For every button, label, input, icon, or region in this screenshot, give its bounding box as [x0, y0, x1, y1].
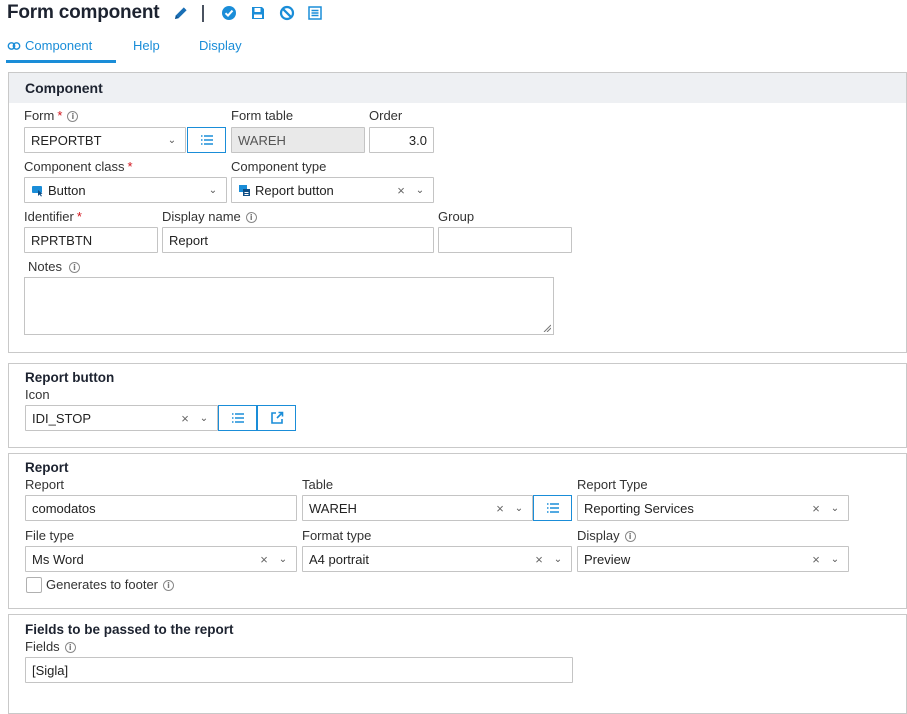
- link-icon: [7, 40, 21, 52]
- info-icon: i: [624, 531, 636, 542]
- component-panel-title: Component: [25, 80, 103, 96]
- icon-label: Icon: [25, 387, 50, 402]
- list-icon: [200, 135, 213, 145]
- generates-footer-label: Generates to footer i: [46, 577, 175, 592]
- table-select-value: WAREH: [309, 500, 357, 516]
- chevron-down-icon: ⌄: [167, 134, 177, 146]
- form-list-button[interactable]: [187, 127, 226, 153]
- chevron-down-icon: ⌄: [278, 553, 288, 565]
- page-title: Form component: [7, 2, 160, 23]
- close-icon[interactable]: ×: [395, 183, 407, 198]
- report-label: Report: [25, 477, 65, 492]
- table-select[interactable]: WAREH × ⌄: [302, 495, 533, 521]
- component-class-value: Button: [48, 182, 86, 198]
- report-button-title: Report button: [25, 370, 115, 385]
- icon-open-button[interactable]: [257, 405, 296, 431]
- report-type-label: Report Type: [577, 477, 648, 492]
- table-list-button[interactable]: [533, 495, 572, 521]
- form-table-label: Form table: [231, 108, 294, 123]
- cancel-icon[interactable]: [278, 4, 296, 22]
- file-type-select[interactable]: Ms Word × ⌄: [25, 546, 297, 572]
- component-type-label: Component type: [231, 159, 327, 174]
- display-name-label: Display name i: [162, 209, 257, 224]
- icon-list-button[interactable]: [218, 405, 257, 431]
- file-type-value: Ms Word: [32, 551, 84, 567]
- component-class-label: Component class *: [24, 159, 133, 174]
- form-label: Form * i: [24, 108, 79, 123]
- form-select[interactable]: REPORTBT ⌄: [24, 127, 186, 153]
- close-icon[interactable]: ×: [179, 411, 191, 426]
- notes-label: Notes i: [28, 259, 80, 274]
- display-value: Preview: [584, 551, 631, 567]
- fields-field[interactable]: [Sigla]: [25, 657, 573, 683]
- group-label: Group: [438, 209, 475, 224]
- form-select-value: REPORTBT: [31, 132, 102, 148]
- form-table-field: WAREH: [231, 127, 365, 153]
- report-field[interactable]: comodatos: [25, 495, 297, 521]
- tab-component[interactable]: Component: [7, 38, 92, 53]
- report-button-icon: [238, 184, 251, 197]
- list-icon: [546, 503, 559, 513]
- component-class-select[interactable]: Button ⌄: [24, 177, 227, 203]
- tab-component-label: Component: [25, 38, 93, 53]
- fields-section-title: Fields to be passed to the report: [25, 622, 234, 637]
- chevron-down-icon: ⌄: [830, 502, 840, 514]
- check-circle-icon[interactable]: [220, 4, 238, 22]
- pencil-icon[interactable]: [172, 4, 190, 22]
- format-type-value: A4 portrait: [309, 551, 369, 567]
- toolbar-separator: [202, 5, 204, 22]
- file-type-label: File type: [25, 528, 75, 543]
- info-icon: i: [64, 642, 76, 653]
- info-icon: i: [245, 212, 257, 223]
- list-icon[interactable]: [306, 4, 324, 22]
- resize-handle-icon: [543, 324, 551, 332]
- close-icon[interactable]: ×: [810, 552, 822, 567]
- chevron-down-icon: ⌄: [553, 553, 563, 565]
- display-label: Display i: [577, 528, 636, 543]
- tab-display[interactable]: Display: [199, 38, 242, 53]
- close-icon[interactable]: ×: [494, 501, 506, 516]
- component-panel-header: [9, 73, 906, 103]
- report-section-title: Report: [25, 460, 69, 475]
- chevron-down-icon: ⌄: [514, 502, 524, 514]
- format-type-select[interactable]: A4 portrait × ⌄: [302, 546, 572, 572]
- identifier-label: Identifier *: [24, 209, 82, 224]
- info-icon: i: [163, 580, 175, 591]
- chevron-down-icon: ⌄: [199, 412, 209, 424]
- chevron-down-icon: ⌄: [415, 184, 425, 196]
- close-icon[interactable]: ×: [533, 552, 545, 567]
- close-icon[interactable]: ×: [258, 552, 270, 567]
- close-icon[interactable]: ×: [810, 501, 822, 516]
- info-icon: i: [67, 111, 79, 122]
- display-select[interactable]: Preview × ⌄: [577, 546, 849, 572]
- active-tab-indicator: [6, 60, 116, 63]
- report-type-select[interactable]: Reporting Services × ⌄: [577, 495, 849, 521]
- component-type-select[interactable]: Report button × ⌄: [231, 177, 434, 203]
- icon-select-value: IDI_STOP: [32, 410, 92, 426]
- identifier-field[interactable]: RPRTBTN: [24, 227, 158, 253]
- chevron-down-icon: ⌄: [208, 184, 218, 196]
- order-field[interactable]: 3.0: [369, 127, 434, 153]
- component-type-value: Report button: [255, 182, 334, 198]
- format-type-label: Format type: [302, 528, 372, 543]
- fields-label: Fields i: [25, 639, 76, 654]
- display-name-field[interactable]: Report: [162, 227, 434, 253]
- report-type-value: Reporting Services: [584, 500, 694, 516]
- chevron-down-icon: ⌄: [830, 553, 840, 565]
- generates-footer-checkbox[interactable]: [26, 577, 42, 593]
- group-field[interactable]: [438, 227, 572, 253]
- save-icon[interactable]: [249, 4, 267, 22]
- info-icon: i: [68, 262, 80, 273]
- notes-textarea[interactable]: [24, 277, 554, 335]
- tab-help[interactable]: Help: [133, 38, 160, 53]
- list-icon: [231, 413, 244, 423]
- external-link-icon: [270, 411, 283, 424]
- order-label: Order: [369, 108, 403, 123]
- button-icon: [31, 184, 44, 197]
- icon-select[interactable]: IDI_STOP × ⌄: [25, 405, 218, 431]
- table-label: Table: [302, 477, 334, 492]
